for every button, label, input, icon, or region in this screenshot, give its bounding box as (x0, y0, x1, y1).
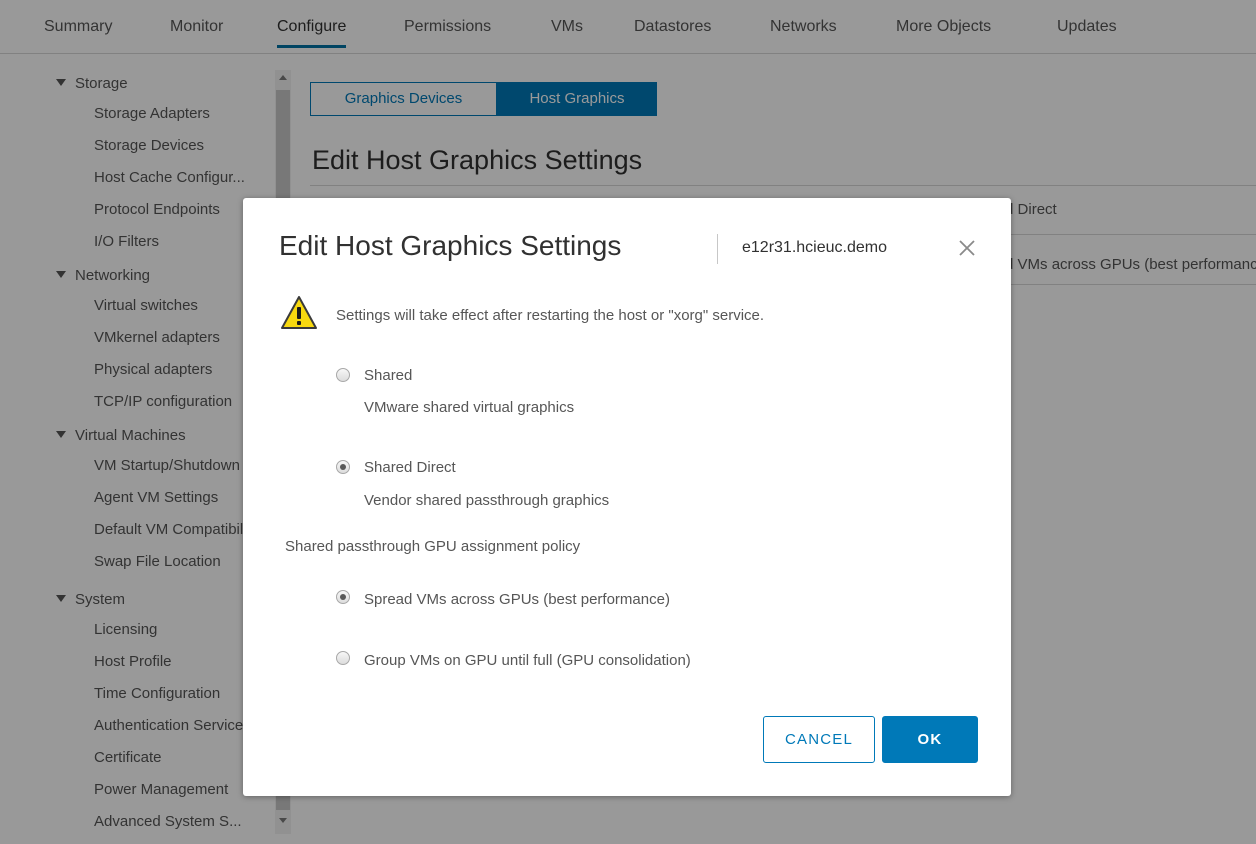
shared-label[interactable]: Shared (364, 367, 412, 384)
shared-direct-label[interactable]: Shared Direct (364, 459, 456, 476)
shared-direct-description: Vendor shared passthrough graphics (364, 492, 610, 509)
shared-direct-radio[interactable] (336, 460, 350, 474)
shared-radio[interactable] (336, 368, 350, 382)
edit-host-graphics-dialog: Edit Host Graphics Settings e12r31.hcieu… (243, 198, 1011, 796)
title-divider (717, 234, 718, 264)
warning-triangle-icon (280, 295, 318, 331)
warning-message: Settings will take effect after restarti… (336, 307, 765, 324)
gpu-assignment-policy-heading: Shared passthrough GPU assignment policy (285, 538, 581, 555)
group-vms-label[interactable]: Group VMs on GPU until full (GPU consoli… (364, 652, 691, 669)
spread-vms-radio[interactable] (336, 590, 350, 604)
spread-vms-label[interactable]: Spread VMs across GPUs (best performance… (364, 591, 670, 608)
dialog-host-name: e12r31.hcieuc.demo (742, 239, 887, 256)
group-vms-radio[interactable] (336, 651, 350, 665)
ok-button[interactable]: OK (882, 716, 978, 763)
dialog-title: Edit Host Graphics Settings (279, 230, 622, 261)
cancel-button[interactable]: CANCEL (763, 716, 875, 763)
shared-description: VMware shared virtual graphics (364, 399, 575, 416)
close-icon[interactable] (955, 236, 979, 260)
